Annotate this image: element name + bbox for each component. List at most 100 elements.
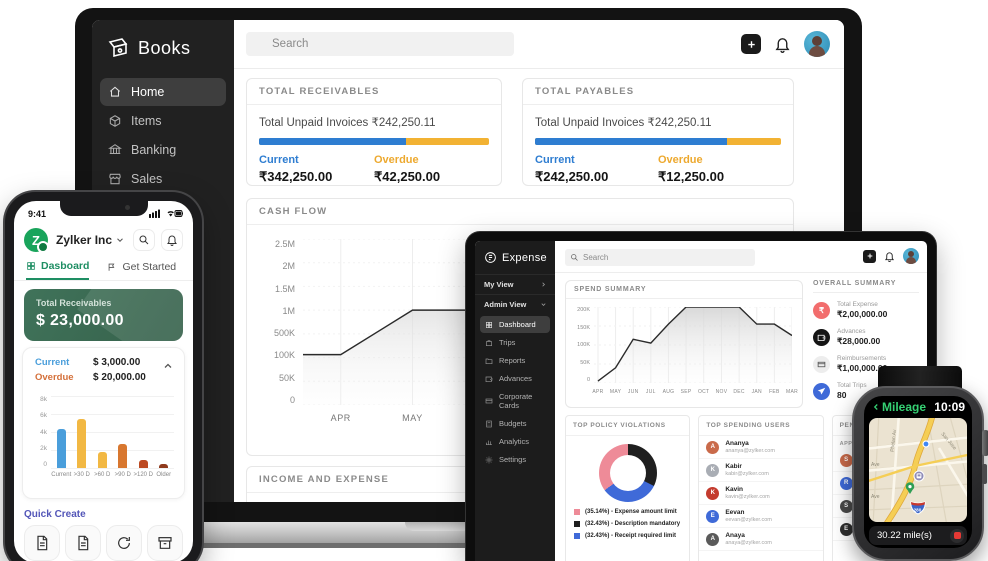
notifications-button[interactable] <box>774 36 791 53</box>
x-tick: Older <box>154 472 175 478</box>
tab-dashboard[interactable]: Dasboard <box>26 257 89 280</box>
chart-icon <box>485 438 493 446</box>
total-receivables-banner[interactable]: Total Receivables $ 23,000.00 <box>24 289 183 341</box>
subscription-icon <box>106 525 142 561</box>
legend-swatch <box>574 521 580 527</box>
bar-column <box>72 396 93 468</box>
sidebar-item-label: Advances <box>499 374 532 383</box>
collapse-chevron-icon[interactable] <box>162 360 174 372</box>
expense-sidebar: Expense My View Admin View DashboardTrip… <box>475 241 555 561</box>
books-topbar <box>246 28 830 60</box>
quick-create-estimate[interactable]: Estimate <box>63 525 104 561</box>
map-location-dot <box>923 441 929 447</box>
sidebar-item-dashboard[interactable]: Dashboard <box>480 316 550 333</box>
user-avatar[interactable] <box>804 31 830 57</box>
user-row-ananya[interactable]: AAnanyaananya@zylker.com <box>699 436 822 459</box>
top-policy-violations-card: TOP POLICY VIOLATIONS (35.14%) - Expense… <box>565 415 690 561</box>
books-logo[interactable]: Books <box>92 20 234 74</box>
bell-icon <box>166 234 178 246</box>
org-logo[interactable]: Z <box>24 228 48 252</box>
notifications-button[interactable] <box>161 229 183 251</box>
quick-create-tiles: InvoiceEstimateSubscriptionProduct <box>22 525 185 561</box>
total-receivables-card: TOTAL RECEIVABLES Total Unpaid Invoices … <box>246 78 502 186</box>
quick-create-product[interactable]: Product <box>144 525 185 561</box>
scene: Books HomeItemsBankingSalesCustomersEsti… <box>0 0 988 561</box>
doc-icon <box>75 535 91 551</box>
product-icon <box>147 525 183 561</box>
user-name: Kavin <box>725 486 769 493</box>
doc-icon <box>34 535 50 551</box>
y-tick: 100K <box>274 350 295 360</box>
sidebar-item-advances[interactable]: Advances <box>480 370 550 387</box>
user-avatar: K <box>706 487 719 500</box>
legend-swatch <box>574 533 580 539</box>
sidebar-item-trips[interactable]: Trips <box>480 334 550 351</box>
payables-progress-bar <box>535 138 781 145</box>
y-tick: 150K <box>577 325 590 331</box>
user-row-kavin[interactable]: KKavinkavin@zylker.com <box>699 482 822 505</box>
quick-add-button[interactable] <box>863 250 876 263</box>
x-tick: JAN <box>752 389 762 395</box>
current-value: ₹342,250.00 <box>259 169 374 185</box>
watch-side-button[interactable] <box>982 464 987 484</box>
quick-add-button[interactable] <box>741 34 761 54</box>
bar-column <box>154 396 175 468</box>
gear-icon <box>485 456 493 464</box>
user-avatar: A <box>706 533 719 546</box>
search-input[interactable] <box>246 32 514 56</box>
sidebar-item-home[interactable]: Home <box>100 78 226 106</box>
user-email: ananya@zylker.com <box>725 448 775 454</box>
legend-item: (32.43%) - Description mandatory <box>574 521 681 527</box>
sidebar-group-admin-view[interactable]: Admin View <box>475 294 555 314</box>
user-email: kabir@zylker.com <box>725 471 768 477</box>
user-row-eevan[interactable]: EEevaneevan@zylker.com <box>699 505 822 528</box>
notifications-button[interactable] <box>884 251 895 262</box>
stop-record-button[interactable] <box>950 529 964 543</box>
cash-flow-y-axis: 2.5M2M1.5M1M500K100K50K0 <box>259 239 295 405</box>
distance-value: 30.22 mile(s) <box>869 530 932 541</box>
refresh-icon <box>116 535 132 551</box>
search-button[interactable] <box>133 229 155 251</box>
sidebar-item-items[interactable]: Items <box>100 107 226 135</box>
chevron-right-icon <box>540 281 547 288</box>
search-input[interactable] <box>565 249 755 266</box>
org-name[interactable]: Zylker Inc <box>56 233 112 247</box>
bar-column <box>133 396 154 468</box>
receivables-label: Total Receivables <box>36 298 111 308</box>
y-tick: 200K <box>577 307 590 313</box>
sidebar-item-reports[interactable]: Reports <box>480 352 550 369</box>
map-view[interactable]: Phelan Av Ave San Jose Ave 280 <box>869 418 967 522</box>
plane-icon <box>813 383 830 400</box>
user-row-anaya[interactable]: AAnayaanaya@zylker.com <box>699 528 822 551</box>
x-tick: MAY <box>610 389 621 395</box>
user-avatar[interactable] <box>903 248 919 264</box>
y-tick: 1.5M <box>275 284 295 294</box>
sidebar-item-budgets[interactable]: Budgets <box>480 415 550 432</box>
sidebar-item-corporate-cards[interactable]: Corporate Cards <box>480 388 550 414</box>
quick-create-subscription[interactable]: Subscription <box>103 525 144 561</box>
invoice-icon <box>24 525 60 561</box>
watch-crown[interactable] <box>982 430 988 456</box>
overdue-label: Overdue <box>374 154 489 166</box>
quick-create-invoice[interactable]: Invoice <box>22 525 63 561</box>
user-row-kabir[interactable]: KKabirkabir@zylker.com <box>699 459 822 482</box>
sidebar-group-my-view[interactable]: My View <box>475 274 555 294</box>
mileage-back-title[interactable]: Mileage <box>871 400 926 414</box>
tab-get-started[interactable]: Get Started <box>107 257 176 280</box>
spend-summary-chart <box>594 307 792 383</box>
app-title: Expense <box>502 252 547 264</box>
x-tick: SEP <box>681 389 692 395</box>
sidebar-item-label: Reports <box>499 356 525 365</box>
legend-item: (32.43%) - Receipt required limit <box>574 533 681 539</box>
bar-column <box>51 396 72 468</box>
chevron-down-icon[interactable] <box>115 235 125 245</box>
sidebar-item-settings[interactable]: Settings <box>480 451 550 468</box>
violations-legend: (35.14%) - Expense amount limit(32.43%) … <box>566 502 689 539</box>
spend-y-axis: 200K150K100K50K0 <box>572 307 590 383</box>
sidebar-item-analytics[interactable]: Analytics <box>480 433 550 450</box>
sidebar-item-banking[interactable]: Banking <box>100 136 226 164</box>
expense-logo[interactable]: Expense <box>475 241 555 274</box>
summary-row-total-expense: ₹Total Expense₹2,00,000.00 <box>813 301 919 320</box>
sidebar-item-sales[interactable]: Sales <box>100 165 226 193</box>
spend-summary-card: SPEND SUMMARY 200K150K100K50K0 APRMAYJUN… <box>565 280 803 408</box>
